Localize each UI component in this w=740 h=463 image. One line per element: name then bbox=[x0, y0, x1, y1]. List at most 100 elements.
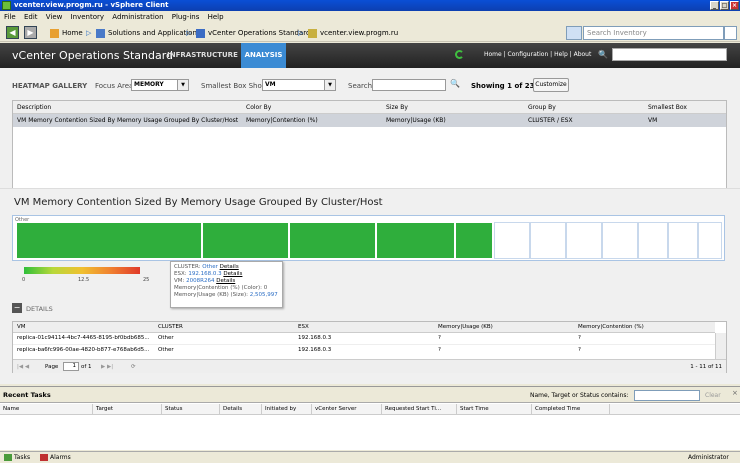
column-group-by[interactable]: Group By bbox=[524, 101, 556, 114]
tab-analysis[interactable]: ANALYSIS bbox=[241, 43, 286, 68]
recent-tasks-panel: Recent Tasks Name, Target or Status cont… bbox=[0, 386, 740, 450]
menu-plugins[interactable]: Plug-ins bbox=[172, 13, 200, 21]
chevron-down-icon: ▼ bbox=[324, 80, 335, 90]
tab-infrastructure[interactable]: INFRASTRUCTURE bbox=[165, 43, 240, 68]
column-smallest-box[interactable]: Smallest Box bbox=[644, 101, 687, 114]
forward-button[interactable]: ▶ bbox=[24, 26, 37, 39]
breadcrumb-host[interactable]: vcenter.view.progm.ru bbox=[308, 26, 398, 40]
inventory-search-input[interactable]: Search Inventory bbox=[583, 26, 724, 40]
column-status[interactable]: Status bbox=[162, 404, 220, 415]
column-vm[interactable]: VM bbox=[13, 322, 153, 333]
back-button[interactable]: ◀ bbox=[6, 26, 19, 39]
table-row[interactable]: replica-01c94114-4bc7-4465-8195-bf0bdb68… bbox=[13, 333, 715, 344]
table-row[interactable]: VM Memory Contention Sized By Memory Usa… bbox=[13, 114, 726, 127]
tooltip-cluster-label: CLUSTER: bbox=[174, 264, 201, 270]
close-icon[interactable]: × bbox=[732, 389, 738, 397]
window-titlebar: vcenter.view.progm.ru - vSphere Client _… bbox=[0, 0, 740, 11]
status-bar: Tasks Alarms Administrator bbox=[0, 451, 740, 463]
menu-view[interactable]: View bbox=[46, 13, 63, 21]
task-filter-label[interactable]: Name, Target or Status contains: bbox=[530, 392, 628, 399]
customize-button[interactable]: Customize bbox=[533, 78, 569, 92]
breadcrumb-vcops[interactable]: vCenter Operations Standard bbox=[196, 26, 310, 40]
header-links[interactable]: Home | Configuration | Help | About bbox=[484, 51, 591, 58]
column-initiated-by[interactable]: Initiated by bbox=[262, 404, 312, 415]
cell-color-by: Memory|Contention (%) bbox=[246, 117, 318, 124]
header-search-input[interactable] bbox=[612, 48, 727, 61]
table-row[interactable]: replica-ba6fc996-00ae-4820-b877-e768ab6d… bbox=[13, 344, 715, 355]
search-scope-dropdown[interactable] bbox=[566, 26, 582, 40]
column-target[interactable]: Target bbox=[93, 404, 162, 415]
tooltip-cluster-line: CLUSTER: Other Details bbox=[174, 264, 279, 271]
pager-page-label: Page bbox=[45, 364, 59, 370]
menu-help[interactable]: Help bbox=[208, 13, 224, 21]
current-user: Administrator bbox=[688, 454, 729, 461]
heatmap-cell[interactable] bbox=[668, 222, 698, 259]
breadcrumb-solutions[interactable]: Solutions and Applications bbox=[96, 26, 201, 40]
heatmap-cell[interactable] bbox=[602, 222, 638, 259]
column-color-by[interactable]: Color By bbox=[242, 101, 271, 114]
tooltip-size-line: Memory|Usage (KB) (Size): 2,505,997 bbox=[174, 292, 279, 299]
column-requested-start[interactable]: Requested Start Ti... bbox=[382, 404, 457, 415]
minimize-button[interactable]: _ bbox=[710, 1, 719, 10]
maximize-button[interactable]: □ bbox=[720, 1, 729, 10]
search-label: Search bbox=[348, 82, 373, 90]
breadcrumb-vcops-label: vCenter Operations Standard bbox=[208, 29, 311, 37]
tooltip-details-link[interactable]: Details bbox=[216, 278, 235, 284]
heatmap-cell[interactable] bbox=[698, 222, 722, 259]
search-icon[interactable] bbox=[724, 26, 737, 40]
tooltip-vm-line: VM: 2008R264 Details bbox=[174, 278, 279, 285]
heatmap-cell[interactable] bbox=[16, 222, 202, 259]
cell-group-by: CLUSTER / ESX bbox=[528, 117, 573, 124]
column-size-by[interactable]: Size By bbox=[382, 101, 408, 114]
menu-file[interactable]: File bbox=[4, 13, 16, 21]
smallest-box-value: VM bbox=[265, 81, 276, 88]
collapse-icon[interactable]: − bbox=[12, 303, 22, 313]
clear-button[interactable]: Clear bbox=[705, 392, 721, 399]
tooltip-esx-value: 192.168.0.3 bbox=[188, 271, 222, 277]
alarms-tab[interactable]: Alarms bbox=[40, 452, 71, 463]
cell-esx: 192.168.0.3 bbox=[298, 335, 332, 341]
tasks-tab[interactable]: Tasks bbox=[4, 452, 30, 463]
column-start-time[interactable]: Start Time bbox=[457, 404, 532, 415]
heatmap-cell[interactable] bbox=[494, 222, 530, 259]
details-scrollbar[interactable] bbox=[715, 333, 726, 359]
heatmap-cell[interactable] bbox=[566, 222, 602, 259]
refresh-icon[interactable] bbox=[455, 50, 464, 59]
menu-inventory[interactable]: Inventory bbox=[71, 13, 104, 21]
focus-area-select[interactable]: MEMORY ▼ bbox=[131, 79, 189, 91]
breadcrumb-host-label: vcenter.view.progm.ru bbox=[320, 29, 399, 37]
recent-tasks-title: Recent Tasks bbox=[3, 391, 51, 399]
close-button[interactable]: × bbox=[730, 1, 739, 10]
refresh-icon[interactable]: ⟳ bbox=[131, 360, 136, 374]
column-details[interactable]: Details bbox=[220, 404, 262, 415]
heatmap-cell[interactable] bbox=[530, 222, 566, 259]
smallest-box-label: Smallest Box Shows bbox=[201, 82, 272, 90]
heatmap-cell[interactable] bbox=[638, 222, 668, 259]
heatmap-cell[interactable] bbox=[202, 222, 289, 259]
column-memory-contention[interactable]: Memory|Contention (%) bbox=[574, 322, 714, 333]
chevron-down-icon: ▼ bbox=[177, 80, 188, 90]
gallery-search-input[interactable] bbox=[372, 79, 446, 91]
page-number-input[interactable]: 1 bbox=[63, 362, 79, 371]
task-filter-input[interactable] bbox=[634, 390, 700, 401]
first-page-icon[interactable]: |◀ ◀ bbox=[17, 360, 29, 374]
search-icon[interactable]: 🔍 bbox=[450, 79, 460, 88]
column-vcenter-server[interactable]: vCenter Server bbox=[312, 404, 382, 415]
smallest-box-select[interactable]: VM ▼ bbox=[262, 79, 336, 91]
tooltip-details-link[interactable]: Details bbox=[220, 264, 239, 270]
heatmap-cell[interactable] bbox=[455, 222, 493, 259]
heatmap-cell[interactable] bbox=[376, 222, 455, 259]
column-description[interactable]: Description bbox=[13, 101, 51, 114]
heatmap-cell[interactable] bbox=[289, 222, 376, 259]
column-name[interactable]: Name bbox=[0, 404, 93, 415]
menu-administration[interactable]: Administration bbox=[112, 13, 163, 21]
cell-vm: replica-ba6fc996-00ae-4820-b877-e768ab6d… bbox=[17, 347, 150, 353]
tooltip-details-link[interactable]: Details bbox=[223, 271, 242, 277]
column-memory-usage[interactable]: Memory|Usage (KB) bbox=[434, 322, 574, 333]
column-esx[interactable]: ESX bbox=[294, 322, 434, 333]
next-page-icon[interactable]: ▶ ▶| bbox=[101, 360, 113, 374]
menu-edit[interactable]: Edit bbox=[24, 13, 38, 21]
breadcrumb-home[interactable]: Home bbox=[50, 26, 83, 40]
column-cluster[interactable]: CLUSTER bbox=[154, 322, 294, 333]
column-completed-time[interactable]: Completed Time bbox=[532, 404, 610, 415]
